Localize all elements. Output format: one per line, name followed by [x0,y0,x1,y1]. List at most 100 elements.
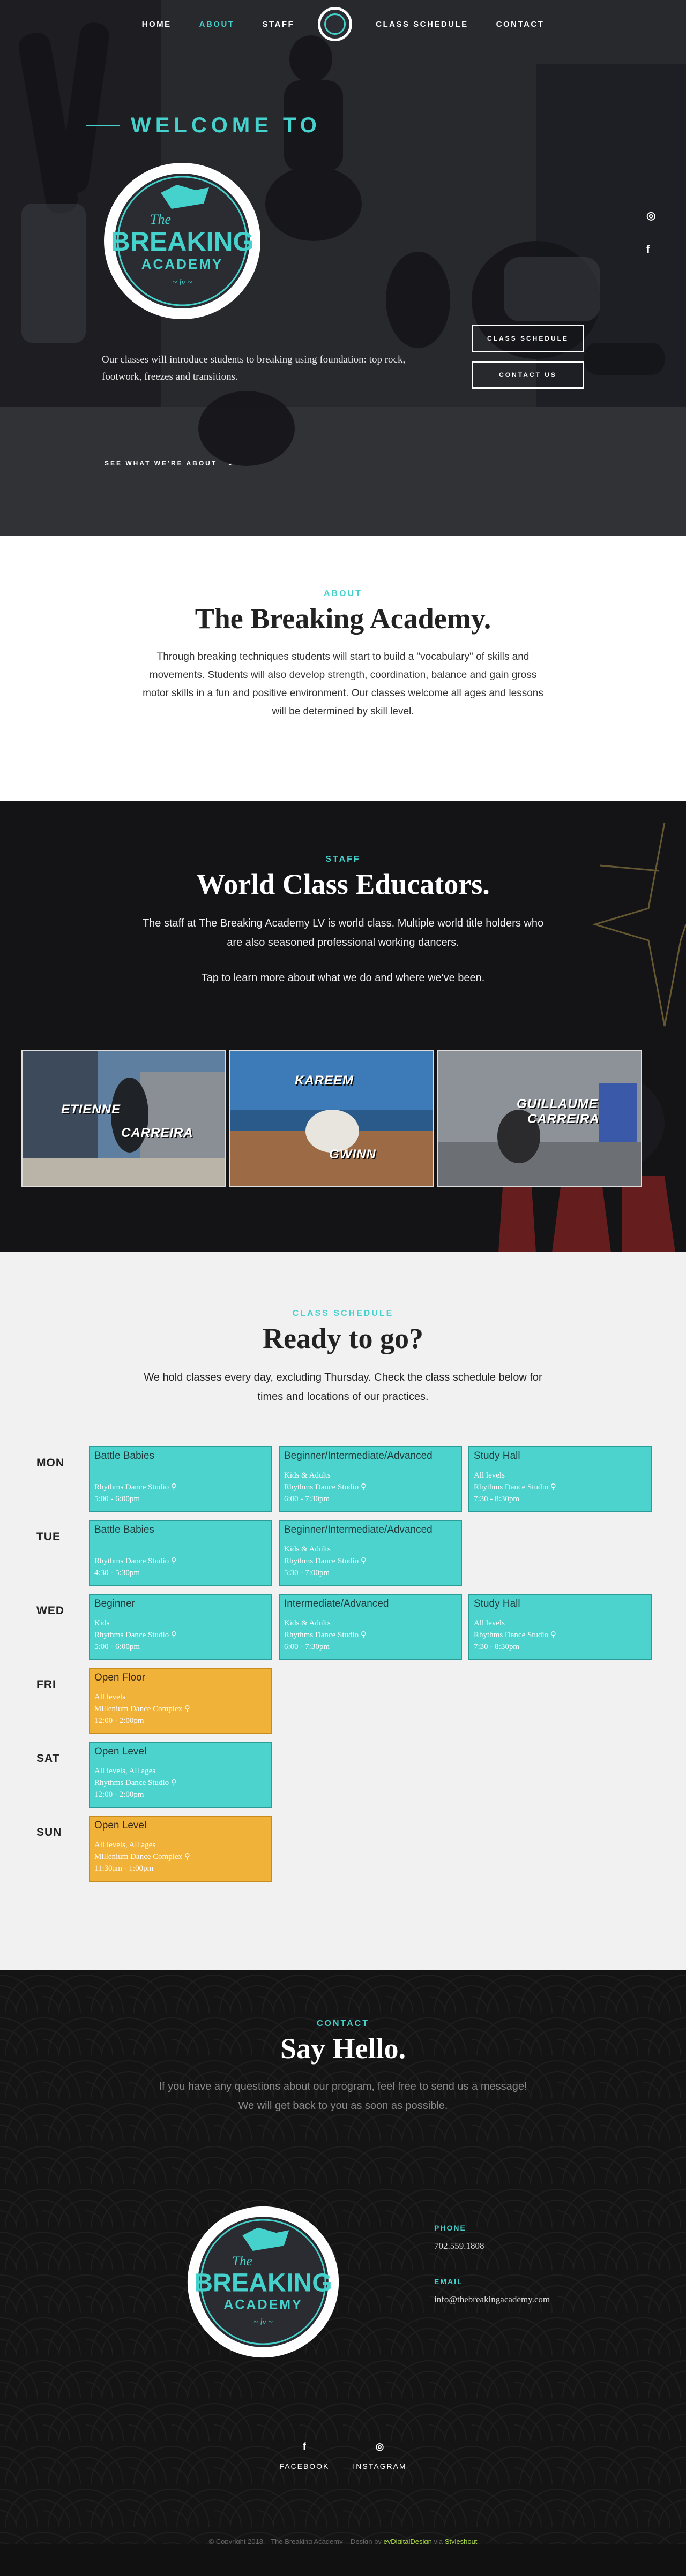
staff-section: STAFF World Class Educators. The staff a… [0,801,686,1252]
class-time: 11:30am - 1:00pm [94,1864,154,1873]
day-label: SAT [36,1752,60,1765]
contact-section: CONTACT Say Hello. If you have any quest… [0,1970,686,2544]
designer-link[interactable]: eyDigitalDesign [383,2537,431,2544]
class-location: Rhythms Dance Studio ⚲ [94,1483,177,1492]
staff-eyebrow: STAFF [325,855,361,864]
class-time: 5:00 - 6:00pm [94,1495,140,1503]
class-level: All levels [474,1619,505,1628]
staff-name-last: CARREIRA [121,1126,193,1140]
class-level [94,1543,267,1555]
hero-intro-text: Our classes will introduce students to b… [102,354,406,382]
class-block[interactable]: Battle Babies Rhythms Dance Studio ⚲ 4:3… [89,1520,272,1586]
copyright-line: © Copyright 2018 – The Breaking Academy … [0,2537,686,2544]
instagram-icon[interactable]: ◎ [646,209,655,222]
nav-item-staff[interactable]: STAFF [248,20,308,29]
staff-tap-text: Tap to learn more about what we do and w… [201,972,485,984]
class-title: Intermediate/Advanced [284,1598,389,1609]
schedule-row-tue: TUE Battle Babies Rhythms Dance Studio ⚲… [36,1520,686,1586]
staff-name-last: CARREIRA [527,1112,600,1126]
logo-academy-text: ACADEMY [141,256,223,272]
nav-item-home[interactable]: HOME [128,20,185,29]
schedule-row-wed: WED Beginner Kids Rhythms Dance Studio ⚲… [36,1594,686,1660]
staff-name-first: ETIENNE [61,1102,121,1117]
logo-breaking-text: BREAKING [194,2268,332,2297]
class-time: 7:30 - 8:30pm [474,1643,519,1651]
facebook-icon: f [302,2441,306,2452]
class-level: All levels [474,1471,505,1480]
nav-logo[interactable] [318,7,353,41]
see-what-link[interactable]: SEE WHAT WE'RE ABOUT ⌄ [105,460,234,467]
class-location: Rhythms Dance Studio ⚲ [94,1631,177,1639]
class-block[interactable]: Intermediate/Advanced Kids & Adults Rhyt… [279,1594,462,1660]
contact-title: Say Hello. [280,2032,406,2065]
see-what-label: SEE WHAT WE'RE ABOUT [105,460,218,467]
staff-name-last: GWINN [329,1147,376,1162]
class-title: Study Hall [474,1450,520,1462]
template-link[interactable]: Styleshout [445,2537,478,2544]
phone-value[interactable]: 702.559.1808 [434,2241,550,2251]
welcome-accent-line [86,125,120,126]
day-classes: Open Level All levels, All ages Milleniu… [89,1816,272,1882]
class-title: Battle Babies [94,1450,154,1462]
class-block[interactable]: Study Hall All levels Rhythms Dance Stud… [468,1594,652,1660]
nav-item-contact[interactable]: CONTACT [482,20,558,29]
class-title: Open Floor [94,1672,146,1683]
staff-photo-kareem [230,1051,433,1186]
class-title: Open Level [94,1746,147,1757]
logo-breaking-text: BREAKING [111,227,254,257]
schedule-grid: MON Battle Babies Rhythms Dance Studio ⚲… [36,1446,686,1882]
class-location: Rhythms Dance Studio ⚲ [94,1779,177,1787]
contact-us-button[interactable]: CONTACT US [472,361,584,389]
footer-instagram-link[interactable]: ◎ INSTAGRAM [353,2441,406,2470]
email-value[interactable]: info@thebreakingacademy.com [434,2294,550,2305]
class-level: Kids & Adults [284,1619,331,1628]
class-time: 6:00 - 7:30pm [284,1643,330,1651]
class-level: All levels [94,1693,125,1701]
schedule-row-fri: FRI Open Floor All levels Millenium Danc… [36,1668,686,1734]
class-block[interactable]: Open Level All levels, All ages Milleniu… [89,1816,272,1882]
breaking-academy-logo: The BREAKING ACADEMY ~ lv ~ [187,2206,339,2358]
schedule-row-mon: MON Battle Babies Rhythms Dance Studio ⚲… [36,1446,686,1512]
class-block[interactable]: Beginner/Intermediate/Advanced Kids & Ad… [279,1520,462,1586]
class-level [94,1470,267,1481]
staff-card-kareem[interactable]: KAREEM GWINN [229,1050,434,1187]
staff-card-etienne[interactable]: ETIENNE CARREIRA [21,1050,226,1187]
day-label: FRI [36,1678,56,1691]
about-section: ABOUT The Breaking Academy. Through brea… [0,536,686,801]
class-title: Open Level [94,1820,147,1831]
instagram-label: INSTAGRAM [353,2462,407,2470]
staff-content: STAFF World Class Educators. The staff a… [0,855,686,988]
class-title: Study Hall [474,1598,520,1609]
day-label: WED [36,1605,64,1617]
day-classes: Open Floor All levels Millenium Dance Co… [89,1668,272,1734]
class-location: Millenium Dance Complex ⚲ [94,1852,190,1861]
class-schedule-button[interactable]: CLASS SCHEDULE [472,325,584,352]
instagram-icon: ◎ [375,2441,384,2452]
via-text: via [434,2537,443,2544]
staff-title: World Class Educators. [196,868,490,900]
class-time: 12:00 - 2:00pm [94,1790,144,1799]
class-block[interactable]: Open Level All levels, All ages Rhythms … [89,1742,272,1808]
class-level: Kids & Adults [284,1545,331,1554]
class-block[interactable]: Open Floor All levels Millenium Dance Co… [89,1668,272,1734]
class-location: Rhythms Dance Studio ⚲ [284,1557,367,1565]
class-block[interactable]: Beginner Kids Rhythms Dance Studio ⚲ 5:0… [89,1594,272,1660]
footer-facebook-link[interactable]: f FACEBOOK [279,2441,329,2470]
contact-phone-group: PHONE 702.559.1808 [434,2224,550,2251]
class-level: Kids [94,1619,110,1628]
class-block[interactable]: Study Hall All levels Rhythms Dance Stud… [468,1446,652,1512]
class-level: All levels, All ages [94,1767,156,1775]
staff-card-guillaume[interactable]: GUILLAUME CARREIRA [437,1050,642,1187]
logo-lv-text: ~ lv ~ [173,278,192,287]
class-block[interactable]: Battle Babies Rhythms Dance Studio ⚲ 5:0… [89,1446,272,1512]
nav-item-class-schedule[interactable]: CLASS SCHEDULE [362,20,482,29]
class-title: Beginner [94,1598,136,1609]
class-time: 5:00 - 6:00pm [94,1643,140,1651]
day-classes: Beginner Kids Rhythms Dance Studio ⚲ 5:0… [89,1594,652,1660]
nav-item-about[interactable]: ABOUT [185,20,249,29]
facebook-icon[interactable]: f [646,244,655,256]
contact-lead: If you have any questions about our prog… [159,2081,527,2112]
class-block[interactable]: Beginner/Intermediate/Advanced Kids & Ad… [279,1446,462,1512]
contact-header: CONTACT Say Hello. If you have any quest… [0,2019,686,2115]
day-label: TUE [36,1531,61,1543]
